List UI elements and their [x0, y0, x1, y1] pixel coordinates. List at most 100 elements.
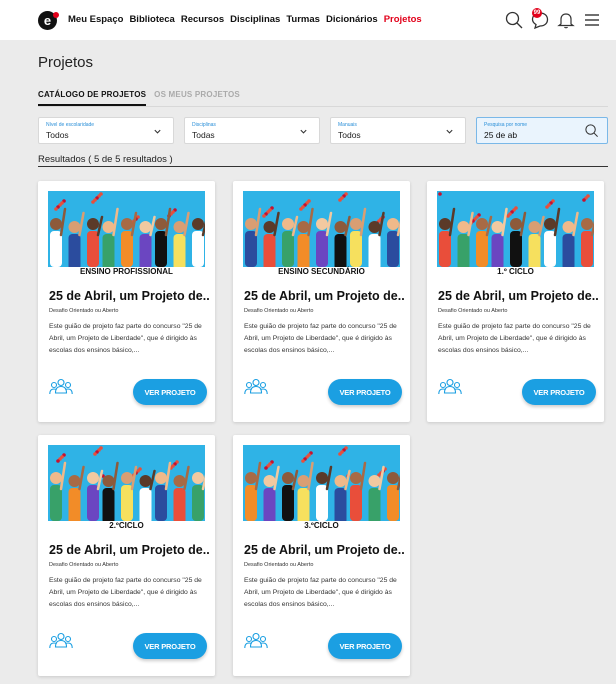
project-level-label: 1.º CICLO: [497, 267, 534, 276]
project-title[interactable]: 25 de Abril, um Projeto de...: [438, 289, 598, 303]
project-type: Desafio Orientado ou Aberto: [49, 562, 119, 568]
project-level-label: 3.ºCICLO: [304, 521, 339, 530]
person-head: [245, 472, 257, 484]
person-head: [263, 221, 276, 233]
person-figure: [334, 488, 347, 521]
ver-projeto-button[interactable]: VER PROJETO: [133, 633, 207, 659]
person-head: [102, 475, 115, 487]
search-icon[interactable]: [504, 10, 524, 30]
person-figure: [387, 485, 399, 521]
app-logo[interactable]: e: [38, 11, 59, 30]
person-figure: [121, 231, 133, 267]
chat-icon[interactable]: 99: [530, 8, 550, 30]
project-title[interactable]: 25 de Abril, um Projeto de...: [49, 543, 209, 557]
person-head: [282, 218, 294, 230]
nav-item-turmas[interactable]: Turmas: [286, 14, 320, 25]
crowd-illustration: [437, 191, 594, 267]
person-head: [139, 475, 152, 487]
person-figure: [368, 234, 381, 267]
project-card[interactable]: 1.º CICLO 25 de Abril, um Projeto de... …: [427, 181, 604, 422]
person-head: [387, 218, 399, 230]
ver-projeto-button[interactable]: VER PROJETO: [328, 633, 402, 659]
person-head: [510, 218, 522, 230]
carnation-flower: [438, 192, 442, 196]
nav-item-recursos[interactable]: Recursos: [181, 14, 224, 25]
person-figure: [155, 485, 167, 521]
person-head: [121, 472, 133, 484]
person-figure: [173, 234, 186, 267]
person-head: [297, 221, 310, 233]
ver-projeto-button[interactable]: VER PROJETO: [133, 379, 207, 405]
nav-item-meu-espaco[interactable]: Meu Espaço: [68, 14, 123, 25]
project-type: Desafio Orientado ou Aberto: [244, 308, 314, 314]
search-icon[interactable]: [584, 123, 599, 138]
results-count: Resultados ( 5 de 5 resultados ): [38, 154, 173, 165]
project-banner-image: [437, 191, 594, 267]
person-figure: [192, 485, 204, 521]
tab-meus-projetos[interactable]: OS MEUS PROJETOS: [154, 90, 240, 106]
project-card[interactable]: 3.ºCICLO 25 de Abril, um Projeto de... D…: [233, 435, 410, 676]
filter-nivel-escolaridade[interactable]: Nível de escolaridade Todos: [38, 117, 174, 144]
person-figure: [316, 231, 328, 267]
search-label: Pesquisa por nome: [484, 122, 528, 128]
project-banner-image: [48, 191, 205, 267]
nav-item-projetos[interactable]: Projetos: [384, 14, 422, 25]
person-head: [457, 221, 470, 233]
search-by-name-field[interactable]: Pesquisa por nome 25 de ab: [476, 117, 608, 144]
filter-manuais[interactable]: Manuais Todos: [330, 117, 466, 144]
person-figure: [316, 485, 328, 521]
person-head: [121, 218, 133, 230]
person-head: [263, 475, 276, 487]
person-figure: [50, 485, 62, 521]
project-title[interactable]: 25 de Abril, um Projeto de...: [244, 289, 404, 303]
person-head: [334, 475, 347, 487]
project-level-label: 2.ºCICLO: [109, 521, 144, 530]
person-head: [316, 218, 328, 230]
project-type: Desafio Orientado ou Aberto: [49, 308, 119, 314]
person-head: [50, 472, 62, 484]
project-banner-image: [243, 191, 400, 267]
person-figure: [282, 485, 294, 521]
nav-item-disciplinas[interactable]: Disciplinas: [230, 14, 280, 25]
top-icons: 99: [504, 8, 602, 30]
bell-icon[interactable]: [556, 10, 576, 30]
person-figure: [139, 234, 152, 267]
carnation-flower: [56, 459, 60, 463]
person-head: [368, 221, 381, 233]
nav-item-dicionarios[interactable]: Dicionários: [326, 14, 378, 25]
project-card[interactable]: ENSINO PROFISSIONAL 25 de Abril, um Proj…: [38, 181, 215, 422]
filter-disciplinas[interactable]: Disciplinas Todas: [184, 117, 320, 144]
person-figure: [544, 231, 556, 267]
nav-item-biblioteca[interactable]: Biblioteca: [129, 14, 174, 25]
person-figure: [102, 488, 115, 521]
group-icon: [438, 378, 462, 395]
ver-projeto-button[interactable]: VER PROJETO: [522, 379, 596, 405]
search-input[interactable]: 25 de ab: [484, 130, 517, 140]
person-head: [387, 472, 399, 484]
project-type: Desafio Orientado ou Aberto: [244, 562, 314, 568]
logo-dot: [53, 12, 59, 18]
project-card[interactable]: ENSINO SECUNDÁRIO 25 de Abril, um Projet…: [233, 181, 410, 422]
person-head: [87, 218, 99, 230]
person-figure: [245, 231, 257, 267]
carnation-flower: [299, 207, 303, 211]
menu-icon[interactable]: [582, 10, 602, 30]
filter-value: Todos: [338, 130, 361, 140]
tab-catalogo-projetos[interactable]: CATÁLOGO DE PROJETOS: [38, 90, 147, 106]
person-figure: [155, 231, 167, 267]
project-card[interactable]: 2.ºCICLO 25 de Abril, um Projeto de... D…: [38, 435, 215, 676]
group-icon: [244, 632, 268, 649]
project-banner-image: [48, 445, 205, 521]
project-level-label: ENSINO PROFISSIONAL: [80, 267, 173, 276]
person-figure: [102, 234, 115, 267]
person-head: [528, 221, 541, 233]
person-figure: [282, 231, 294, 267]
main-nav: Meu Espaço Biblioteca Recursos Disciplin…: [68, 14, 422, 25]
person-figure: [439, 231, 451, 267]
ver-projeto-button[interactable]: VER PROJETO: [328, 379, 402, 405]
project-title[interactable]: 25 de Abril, um Projeto de...: [244, 543, 404, 557]
project-title[interactable]: 25 de Abril, um Projeto de...: [49, 289, 209, 303]
carnation-flower: [93, 452, 97, 456]
person-head: [68, 475, 81, 487]
person-head: [297, 475, 310, 487]
